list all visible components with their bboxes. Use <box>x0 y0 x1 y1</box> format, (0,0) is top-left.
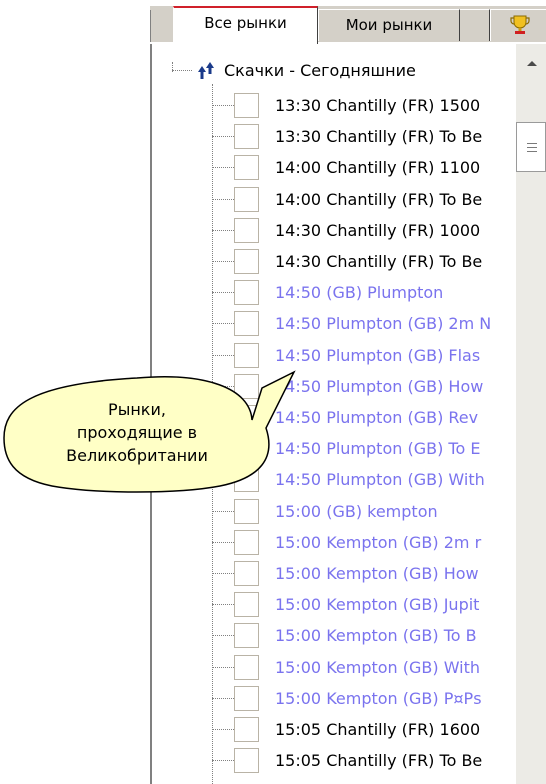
tree-connector <box>212 199 234 200</box>
market-label: 15:00 Kempton (GB) Jupit <box>275 595 480 614</box>
market-checkbox[interactable] <box>234 124 259 149</box>
market-row[interactable]: 14:30 Chantilly (FR) To Be <box>212 246 516 277</box>
tree-connector <box>212 230 234 231</box>
vertical-scrollbar[interactable] <box>516 44 546 784</box>
tree-connector <box>212 573 234 574</box>
market-checkbox[interactable] <box>234 530 259 555</box>
market-checkbox[interactable] <box>234 155 259 180</box>
market-label: 15:00 (GB) kempton <box>275 502 438 521</box>
market-row[interactable]: 14:50 Plumpton (GB) With <box>212 464 516 495</box>
market-checkbox[interactable] <box>234 717 259 742</box>
market-label: 15:00 Kempton (GB) Р¤Рѕ <box>275 689 482 708</box>
market-label: 14:50 Plumpton (GB) Flas <box>275 346 481 365</box>
market-checkbox[interactable] <box>234 499 259 524</box>
scroll-up-arrow-icon[interactable] <box>516 52 546 76</box>
market-label: 15:00 Kempton (GB) 2m r <box>275 533 482 552</box>
market-checkbox[interactable] <box>234 561 259 586</box>
market-checkbox[interactable] <box>234 686 259 711</box>
tree-connector <box>212 604 234 605</box>
tree-connector <box>212 261 234 262</box>
horse-racing-icon <box>198 62 214 79</box>
market-row[interactable]: 15:00 (GB) kempton <box>212 496 516 527</box>
market-checkbox[interactable] <box>234 343 259 368</box>
tree-connector <box>212 292 234 293</box>
market-label: 14:50 (GB) Plumpton <box>275 283 444 302</box>
tree-connector <box>172 70 192 71</box>
market-checkbox[interactable] <box>234 623 259 648</box>
market-label: 15:00 Kempton (GB) To B <box>275 626 477 645</box>
market-label: 14:50 Plumpton (GB) 2m N <box>275 314 492 333</box>
market-label: 15:05 Chantilly (FR) To Be <box>275 751 483 770</box>
market-row[interactable]: 14:00 Chantilly (FR) 1100 <box>212 152 516 183</box>
market-row[interactable]: 14:30 Chantilly (FR) 1000 <box>212 215 516 246</box>
market-checkbox[interactable] <box>234 374 259 399</box>
market-label: 14:50 Plumpton (GB) To E <box>275 439 481 458</box>
tree-connector <box>212 167 234 168</box>
market-row[interactable]: 14:50 (GB) Plumpton <box>212 277 516 308</box>
tab-all-markets[interactable]: Все рынки <box>173 6 318 44</box>
market-row[interactable]: 15:00 Kempton (GB) 2m r <box>212 527 516 558</box>
market-row[interactable]: 14:00 Chantilly (FR) To Be <box>212 184 516 215</box>
market-checkbox[interactable] <box>234 748 259 773</box>
tab-strip-edge <box>150 10 175 42</box>
tab-empty[interactable] <box>460 9 490 41</box>
tree-connector <box>212 479 234 480</box>
market-checkbox[interactable] <box>234 218 259 243</box>
market-label: 15:00 Kempton (GB) With <box>275 658 481 677</box>
tree-connector <box>212 511 234 512</box>
tree-connector <box>212 542 234 543</box>
market-checkbox[interactable] <box>234 280 259 305</box>
market-row[interactable]: 15:05 Chantilly (FR) 1600 <box>212 714 516 745</box>
tree-connector <box>212 635 234 636</box>
tree-connector <box>212 386 234 387</box>
market-row[interactable]: 15:00 Kempton (GB) Jupit <box>212 589 516 620</box>
callout-line: Рынки, <box>108 400 166 419</box>
market-label: 14:30 Chantilly (FR) To Be <box>275 252 483 271</box>
market-row[interactable]: 14:50 Plumpton (GB) Flas <box>212 340 516 371</box>
market-checkbox[interactable] <box>234 93 259 118</box>
market-label: 14:00 Chantilly (FR) 1100 <box>275 158 481 177</box>
tab-trophy[interactable] <box>490 9 546 41</box>
market-checkbox[interactable] <box>234 655 259 680</box>
tree-connector <box>212 323 234 324</box>
market-row[interactable]: 15:00 Kempton (GB) With <box>212 652 516 683</box>
market-label: 14:00 Chantilly (FR) To Be <box>275 190 483 209</box>
trophy-icon <box>510 15 530 34</box>
market-checkbox[interactable] <box>234 592 259 617</box>
callout-text: Рынки, проходящие в Великобритании <box>4 398 270 467</box>
market-label: 15:05 Chantilly (FR) 1600 <box>275 720 481 739</box>
market-label: 13:30 Chantilly (FR) To Be <box>275 127 483 146</box>
scrollbar-thumb[interactable] <box>516 122 546 172</box>
tree-connector <box>212 760 234 761</box>
tree-connector <box>212 136 234 137</box>
market-checkbox[interactable] <box>234 467 259 492</box>
tree-connector <box>212 105 234 106</box>
callout-line: Великобритании <box>66 446 208 465</box>
market-row[interactable]: 14:50 Plumpton (GB) 2m N <box>212 308 516 339</box>
market-label: 14:50 Plumpton (GB) How <box>275 377 484 396</box>
market-checkbox[interactable] <box>234 249 259 274</box>
tree-connector <box>212 729 234 730</box>
market-row[interactable]: 13:30 Chantilly (FR) 1500 <box>212 90 516 121</box>
market-label: 14:30 Chantilly (FR) 1000 <box>275 221 481 240</box>
tree-root-horse-racing-today[interactable]: Скачки - Сегодняшние <box>172 58 512 84</box>
tree-connector <box>212 698 234 699</box>
market-label: 14:50 Plumpton (GB) With <box>275 470 485 489</box>
market-checkbox[interactable] <box>234 311 259 336</box>
market-row[interactable]: 13:30 Chantilly (FR) To Be <box>212 121 516 152</box>
tab-my-markets[interactable]: Мои рынки <box>318 9 460 41</box>
market-row[interactable]: 15:00 Kempton (GB) Р¤Рѕ <box>212 683 516 714</box>
market-label: 13:30 Chantilly (FR) 1500 <box>275 96 481 115</box>
market-label: 15:00 Kempton (GB) How <box>275 564 479 583</box>
market-label: 14:50 Plumpton (GB) Rev <box>275 408 479 427</box>
tree-root-label: Скачки - Сегодняшние <box>224 61 416 80</box>
market-row[interactable]: 15:05 Chantilly (FR) To Be <box>212 745 516 776</box>
tree-connector <box>212 355 234 356</box>
market-row[interactable]: 15:00 Kempton (GB) How <box>212 558 516 589</box>
market-row[interactable]: 15:00 Kempton (GB) To B <box>212 620 516 651</box>
callout-line: проходящие в <box>76 423 198 442</box>
market-checkbox[interactable] <box>234 187 259 212</box>
tree-connector <box>212 667 234 668</box>
